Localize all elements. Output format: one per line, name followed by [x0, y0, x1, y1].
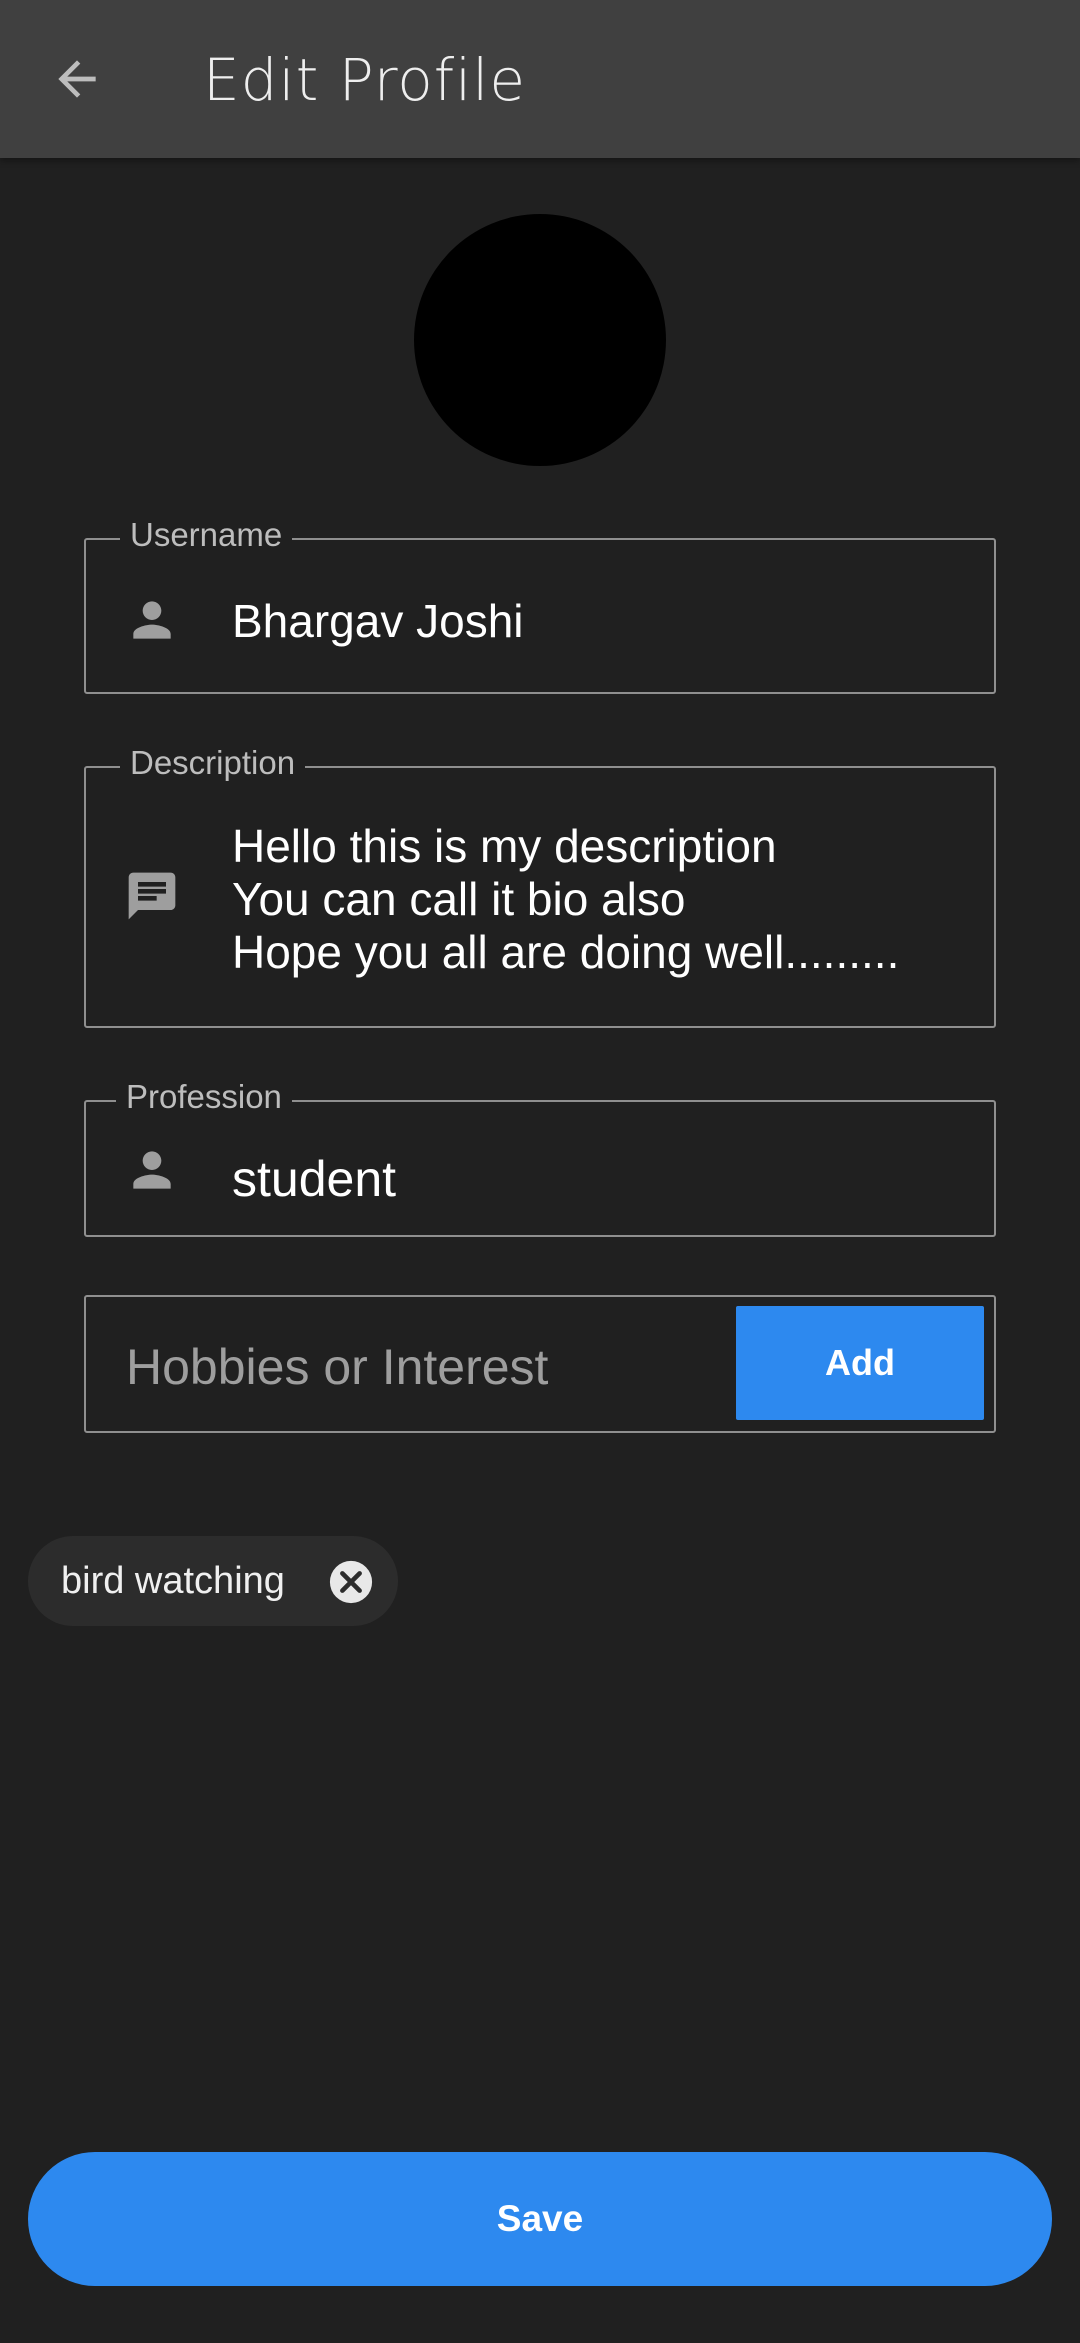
username-label: Username [120, 516, 293, 554]
hobby-input-field: Add [84, 1295, 996, 1433]
page-title: Edit Profile [203, 46, 527, 114]
add-hobby-button[interactable]: Add [736, 1306, 984, 1420]
hobby-chip-label: bird watching [61, 1560, 285, 1602]
hobby-input[interactable] [126, 1337, 706, 1397]
person-icon [124, 592, 180, 648]
arrow-back-icon [58, 60, 96, 98]
description-field[interactable]: Description Hello this is my description… [84, 744, 996, 1028]
chat-bubble-icon [124, 868, 180, 924]
app-bar: Edit Profile [0, 0, 1080, 158]
profession-value[interactable]: student [232, 1150, 396, 1208]
description-value[interactable]: Hello this is my description You can cal… [232, 820, 899, 979]
back-button[interactable] [36, 38, 118, 120]
username-value[interactable]: Bhargav Joshi [232, 594, 524, 648]
person-icon [124, 1142, 180, 1198]
close-circle-icon[interactable] [328, 1559, 374, 1605]
hobby-chip: bird watching [28, 1536, 398, 1626]
description-label: Description [120, 744, 306, 782]
save-button[interactable]: Save [28, 2152, 1052, 2286]
username-field[interactable]: Username Bhargav Joshi [84, 516, 996, 694]
avatar[interactable] [414, 214, 666, 466]
profession-field[interactable]: Profession student [84, 1078, 996, 1237]
profession-label: Profession [116, 1078, 292, 1116]
